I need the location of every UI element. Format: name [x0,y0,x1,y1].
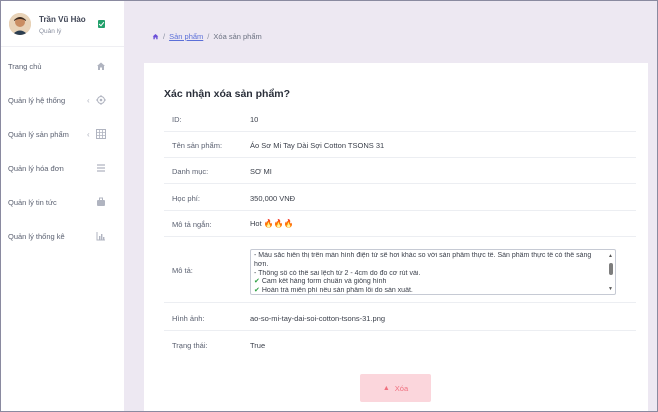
short-desc-text: Hot [250,219,262,228]
sidebar-item-label: Quản lý hệ thống [8,95,66,105]
scroll-up-icon[interactable]: ▲ [608,252,613,261]
sidebar-item-label: Quản lý hóa đơn [8,163,64,173]
sidebar-item-home[interactable]: Trang chủ [1,51,124,81]
sidebar-item-statistics[interactable]: Quản lý thống kê [1,221,124,251]
page-title: Xác nhận xóa sản phẩm? [164,88,291,100]
sidebar-item-news[interactable]: Quản lý tin tức [1,187,124,217]
desc-line: hơn. [254,260,269,268]
field-label: Hình ảnh: [172,314,205,323]
desc-text: Hoàn trả miễn phí nếu sản phẩm lỗi do sả… [261,287,413,295]
user-name: Trần Vũ Hào [39,15,86,24]
desc-line: ✔ Hoàn trả miễn phí nếu sản phẩm lỗi do s… [254,287,603,295]
sidebar-item-label: Quản lý sản phẩm [8,129,69,139]
sidebar-item-label: Quản lý thống kê [8,231,65,241]
list-icon [96,163,106,173]
breadcrumb-separator: / [207,32,210,41]
field-label: Mô tả ngắn: [172,220,212,229]
delete-button[interactable]: ▲ Xóa [360,374,431,402]
chevron-left-icon: ‹ [87,129,90,139]
field-value: SƠ MI [250,167,272,176]
detail-row-price: Học phí: 350,000 VNĐ [164,184,636,211]
field-label: ID: [172,115,182,124]
avatar[interactable] [9,13,31,35]
sidebar-item-label: Quản lý tin tức [8,197,57,207]
field-label: Tên sản phẩm: [172,141,223,150]
scroll-down-icon[interactable]: ▼ [608,285,613,294]
sidebar-item-products[interactable]: Quản lý sản phẩm ‹ [1,119,124,149]
check-icon: ✔ [254,278,260,286]
detail-row-status: Trạng thái: True [164,331,636,359]
fire-icon: 🔥🔥🔥 [263,219,294,228]
user-profile: Trần Vũ Hào Quản lý [1,1,124,47]
delete-button-label: Xóa [394,383,409,393]
scrollbar[interactable]: ▲ ▼ [607,252,614,294]
field-label: Mô tả: [172,266,193,275]
breadcrumb-link-products[interactable]: Sản phẩm [169,32,203,41]
detail-row-category: Danh mục: SƠ MI [164,158,636,184]
detail-row-name: Tên sản phẩm: Áo Sơ Mi Tay Dài Sợi Cotto… [164,132,636,158]
check-icon: ✔ [254,287,260,295]
bar-chart-icon [96,231,106,241]
sidebar: Trần Vũ Hào Quản lý Trang chủ Quản lý hệ… [1,1,124,411]
breadcrumb: / Sản phẩm / Xóa sản phẩm [152,32,262,41]
field-value: Hot 🔥🔥🔥 [250,219,294,228]
breadcrumb-separator: / [163,32,166,41]
breadcrumb-current: Xóa sản phẩm [213,32,262,41]
detail-row-id: ID: 10 [164,106,636,132]
desc-text: Cam kết hàng form chuẩn và giống hình [261,278,387,286]
field-value: 10 [250,115,259,124]
delete-confirm-card: Xác nhận xóa sản phẩm? ID: 10 Tên sản ph… [144,63,648,412]
field-value: 350,000 VNĐ [250,194,296,203]
field-label: Học phí: [172,194,200,203]
detail-row-desc: Mô tả: - Màu sắc hiển thị trên màn hình … [164,237,636,303]
detail-row-image: Hình ảnh: ao-so-mi-tay-dai-soi-cotton-ts… [164,303,636,331]
field-value: ao-so-mi-tay-dai-soi-cotton-tsons-31.png [250,314,386,323]
briefcase-icon [96,197,106,207]
sidebar-item-invoices[interactable]: Quản lý hóa đơn [1,153,124,183]
desc-line: - Màu sắc hiển thị trên màn hình điện tử… [254,252,592,259]
home-icon[interactable] [152,33,159,40]
grid-icon [96,129,106,139]
target-icon [96,95,106,105]
sidebar-item-label: Trang chủ [8,61,42,71]
field-value: Áo Sơ Mi Tay Dài Sợi Cotton TSONS 31 [250,141,385,150]
warning-icon: ▲ [382,384,390,392]
field-label: Trạng thái: [172,341,208,350]
home-icon [96,61,106,71]
field-label: Danh mục: [172,167,209,176]
header: / Sản phẩm / Xóa sản phẩm [124,1,657,63]
user-role: Quản lý [39,28,62,35]
scroll-thumb[interactable] [609,263,613,275]
desc-line: - Thông số có thể sai lệch từ 2 - 4cm do… [254,269,421,277]
desc-line: ✔ Cam kết hàng form chuẩn và giống hình [254,278,603,287]
description-textarea[interactable]: - Màu sắc hiển thị trên màn hình điện tử… [250,249,616,295]
sidebar-item-system[interactable]: Quản lý hệ thống ‹ [1,85,124,115]
verified-icon [98,20,105,28]
field-value: True [250,341,266,350]
detail-row-short-desc: Mô tả ngắn: Hot 🔥🔥🔥 [164,211,636,237]
chevron-left-icon: ‹ [87,95,90,105]
